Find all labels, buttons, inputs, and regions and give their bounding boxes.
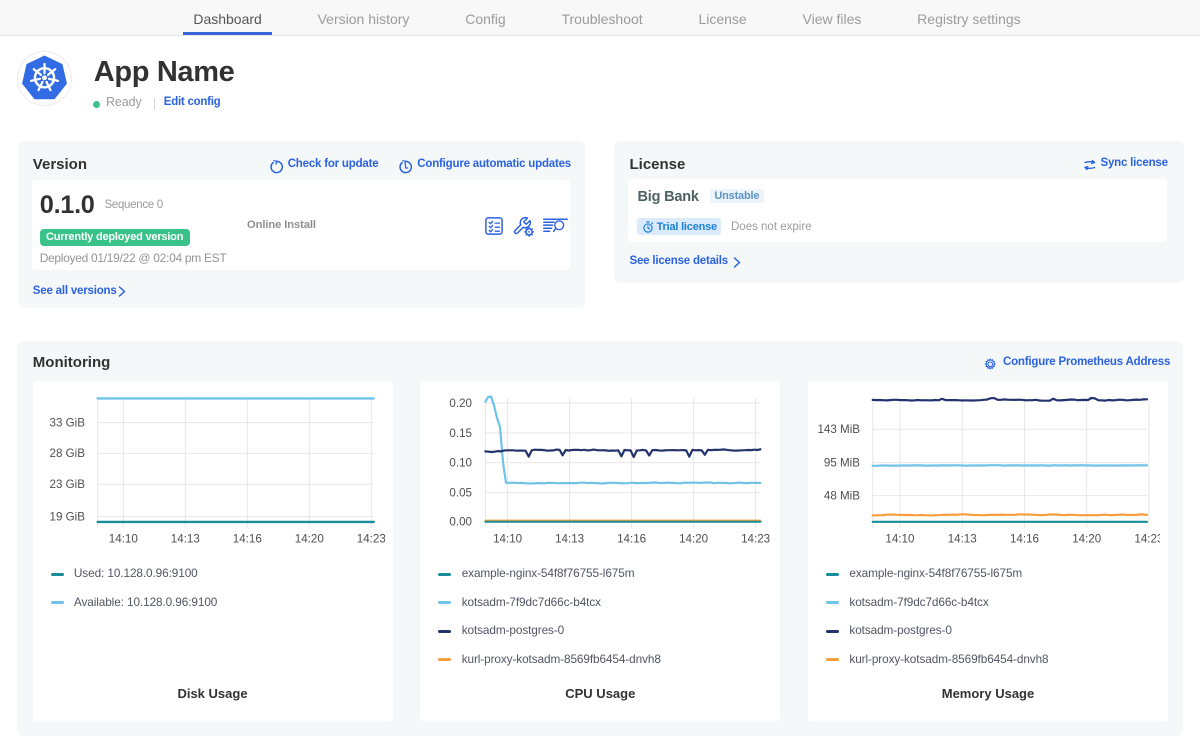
- svg-text:14:10: 14:10: [885, 533, 914, 546]
- svg-text:14:23: 14:23: [741, 533, 770, 546]
- svg-text:33 GiB: 33 GiB: [49, 416, 85, 429]
- svg-text:14:23: 14:23: [1134, 533, 1160, 546]
- svg-text:0.20: 0.20: [450, 397, 473, 410]
- svg-text:19 GiB: 19 GiB: [49, 510, 85, 523]
- svg-text:14:16: 14:16: [232, 533, 261, 546]
- svg-text:14:13: 14:13: [948, 533, 977, 546]
- svg-text:14:23: 14:23: [356, 533, 384, 546]
- svg-text:23 GiB: 23 GiB: [49, 478, 85, 491]
- svg-text:0.05: 0.05: [450, 486, 473, 499]
- svg-text:143 MiB: 143 MiB: [817, 423, 860, 436]
- svg-text:14:16: 14:16: [617, 533, 646, 546]
- svg-text:28 GiB: 28 GiB: [49, 447, 85, 460]
- svg-text:0.00: 0.00: [450, 516, 473, 529]
- svg-text:95 MiB: 95 MiB: [824, 456, 860, 469]
- svg-text:14:20: 14:20: [294, 533, 323, 546]
- svg-text:48 MiB: 48 MiB: [824, 489, 860, 502]
- svg-text:14:13: 14:13: [170, 533, 199, 546]
- svg-text:14:10: 14:10: [108, 533, 137, 546]
- svg-text:14:20: 14:20: [679, 533, 708, 546]
- svg-text:14:13: 14:13: [555, 533, 584, 546]
- svg-text:14:16: 14:16: [1010, 533, 1039, 546]
- svg-text:14:10: 14:10: [493, 533, 522, 546]
- svg-text:0.10: 0.10: [450, 456, 473, 469]
- svg-text:14:20: 14:20: [1072, 533, 1101, 546]
- svg-text:0.15: 0.15: [450, 427, 473, 440]
